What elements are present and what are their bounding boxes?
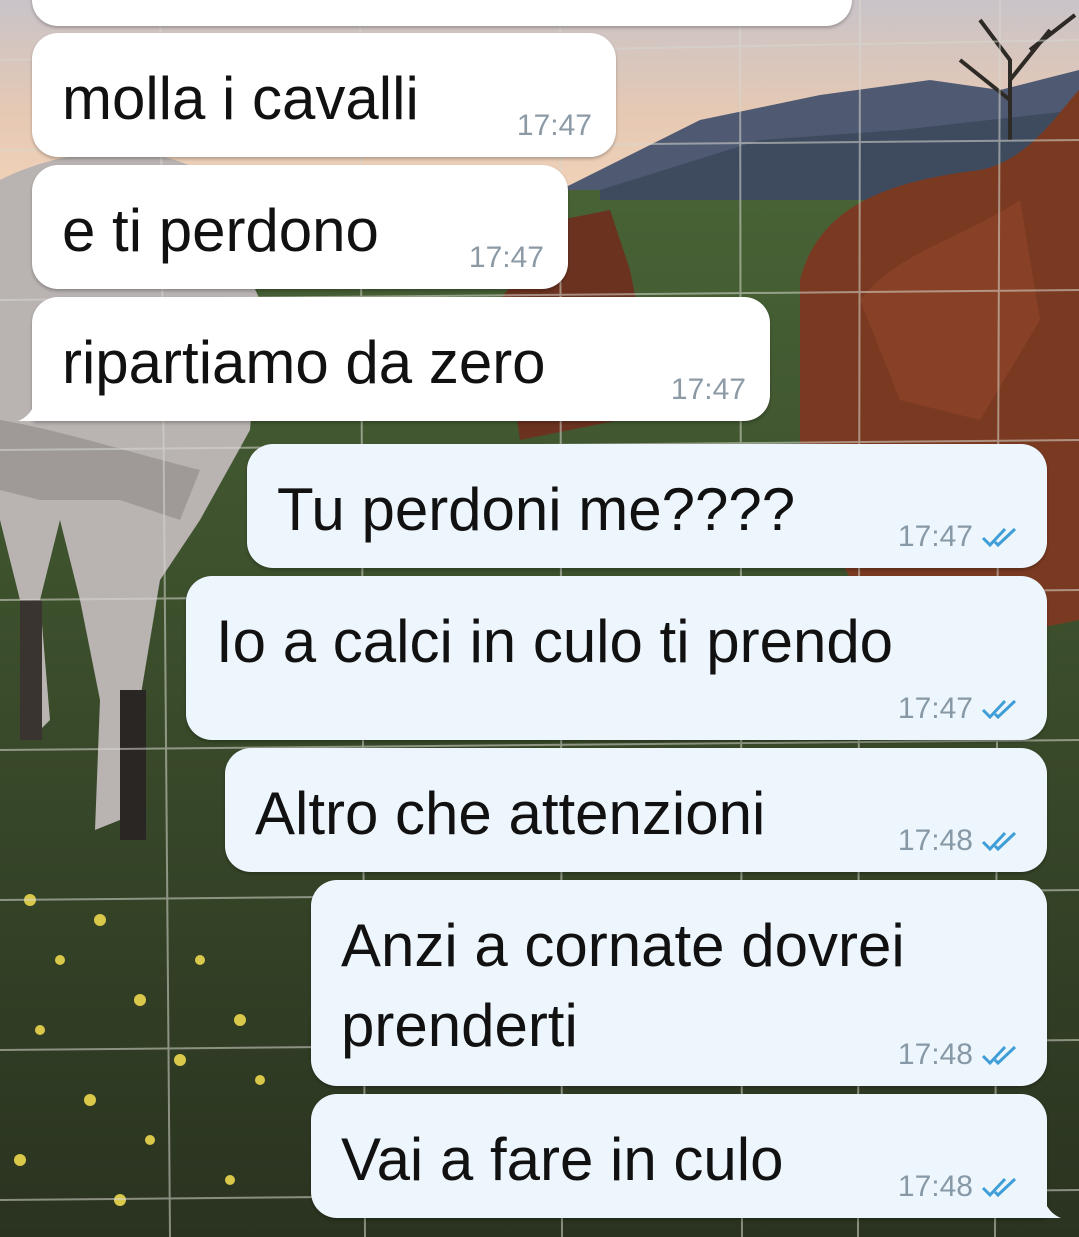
timestamp: 17:48 [897,824,973,857]
message-text: molla i cavalli [62,65,419,132]
double-check-read-icon [981,831,1017,852]
message-status: 17:48 [898,1038,1021,1072]
double-check-read-icon [981,1177,1017,1198]
bubble-tail-icon [1035,1194,1061,1218]
message-text-line-2: prenderti [341,992,578,1059]
message-text: ripartiamo da zero [62,329,546,396]
message-bubble-outgoing[interactable]: Io a calci in culo ti prendo 17:47 [186,576,1047,740]
timestamp: 17:47 [897,692,973,725]
message-time: 17:47 [517,109,592,143]
message-bubble-incoming[interactable]: ripartiamo da zero 17:47 [18,297,770,421]
double-check-read-icon [981,699,1017,720]
timestamp: 17:48 [897,1170,973,1203]
message-status: 17:47 [898,692,1021,726]
message-text: Io a calci in culo ti prendo [216,608,894,675]
message-time: 17:47 [671,373,746,407]
bubble-tail-icon [18,397,44,421]
message-status: 17:47 [898,520,1021,554]
message-bubble-cropped[interactable] [32,0,852,26]
message-bubble-outgoing[interactable]: Tu perdoni me???? 17:47 [247,444,1047,568]
message-text: Tu perdoni me???? [277,476,796,543]
message-text: Altro che attenzioni [255,780,766,847]
message-bubble-incoming[interactable]: e ti perdono 17:47 [32,165,568,289]
timestamp: 17:47 [516,109,592,142]
timestamp: 17:47 [670,373,746,406]
message-status: 17:48 [898,1170,1021,1204]
timestamp: 17:47 [468,241,544,274]
message-text: e ti perdono [62,197,379,264]
message-bubble-outgoing[interactable]: Altro che attenzioni 17:48 [225,748,1047,872]
message-bubble-outgoing[interactable]: Vai a fare in culo 17:48 [311,1094,1061,1218]
message-text: Vai a fare in culo [341,1126,784,1193]
message-text-line-1: Anzi a cornate dovrei [341,912,905,979]
timestamp: 17:47 [897,520,973,553]
message-time: 17:47 [469,241,544,275]
double-check-read-icon [981,1045,1017,1066]
message-status: 17:48 [898,824,1021,858]
message-bubble-outgoing[interactable]: Anzi a cornate dovrei prenderti 17:48 [311,880,1047,1086]
double-check-read-icon [981,527,1017,548]
message-bubble-incoming[interactable]: molla i cavalli 17:47 [32,33,616,157]
timestamp: 17:48 [897,1038,973,1071]
